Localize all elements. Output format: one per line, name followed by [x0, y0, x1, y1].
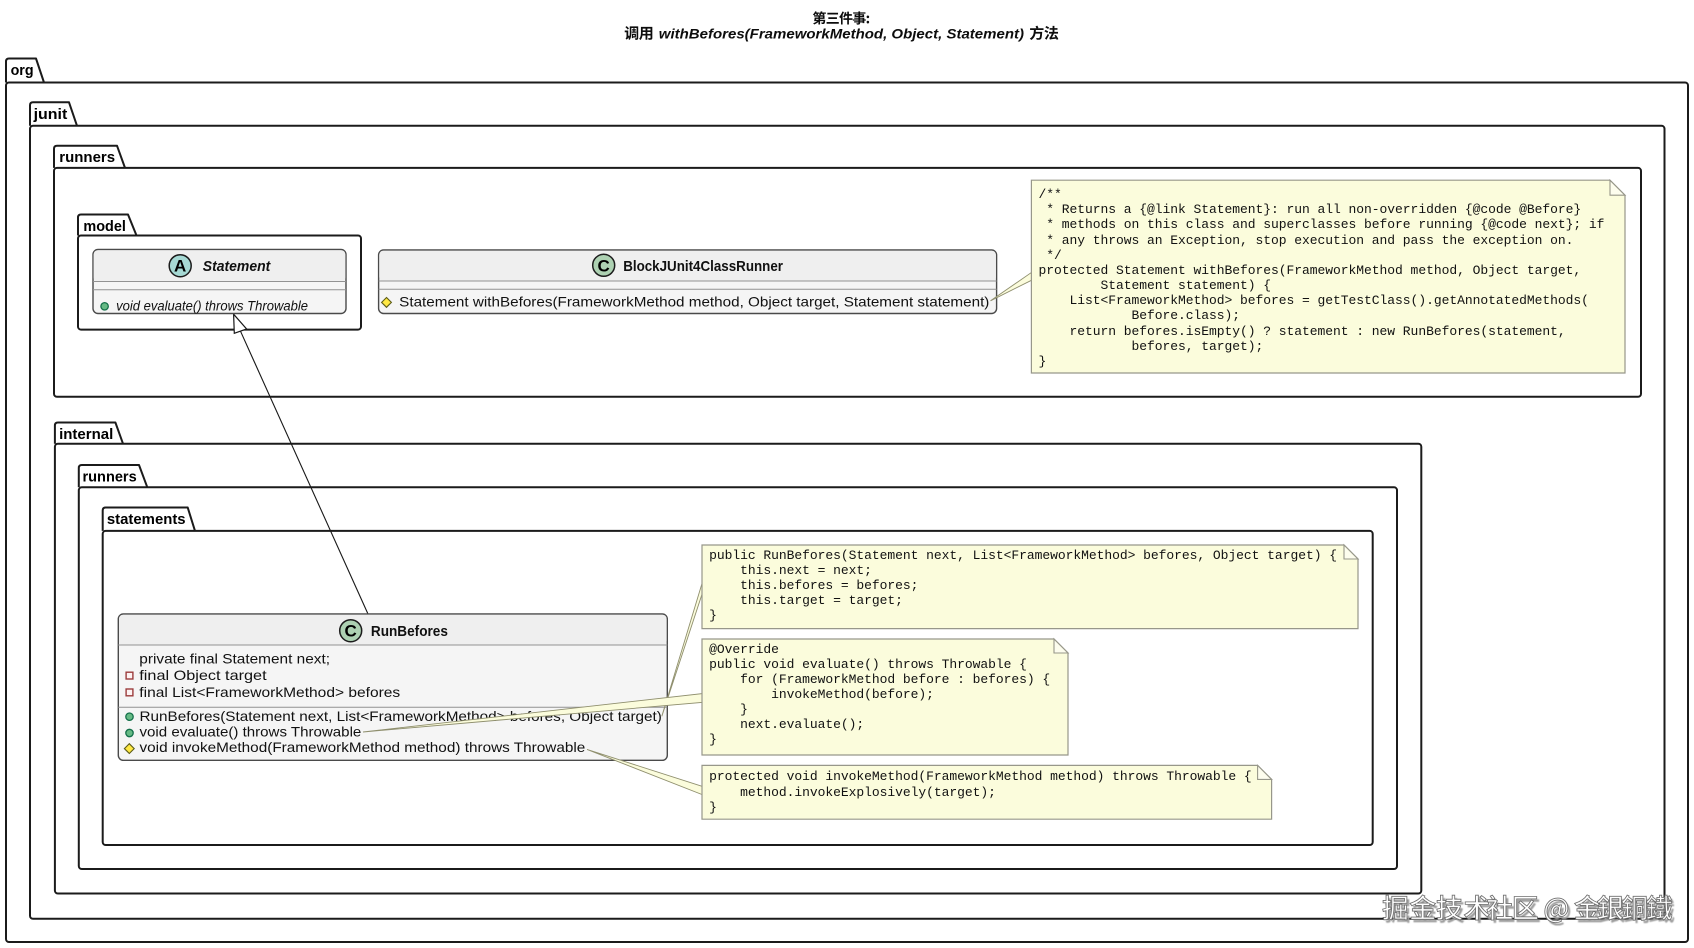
svg-text:void evaluate() throws Throwab: void evaluate() throws Throwable [116, 298, 308, 313]
svg-text:C: C [345, 622, 357, 641]
svg-text:A: A [174, 257, 186, 276]
svg-text:private final Statement next;: private final Statement next; [139, 651, 330, 667]
svg-text:statements: statements [107, 511, 186, 528]
svg-text:final List<FrameworkMethod> be: final List<FrameworkMethod> befores [139, 684, 400, 700]
svg-text:void invokeMethod(FrameworkMet: void invokeMethod(FrameworkMethod method… [140, 739, 586, 755]
svg-text:C: C [598, 256, 610, 275]
svg-text:internal: internal [59, 426, 113, 443]
svg-text:junit: junit [33, 106, 68, 123]
svg-text:Statement withBefores(Framewor: Statement withBefores(FrameworkMethod me… [399, 293, 989, 309]
svg-text:Statement: Statement [203, 258, 271, 275]
svg-text:BlockJUnit4ClassRunner: BlockJUnit4ClassRunner [623, 258, 783, 275]
svg-text:runners: runners [59, 149, 115, 166]
svg-text:void evaluate() throws Throwab: void evaluate() throws Throwable [140, 724, 362, 740]
svg-text:model: model [83, 218, 126, 235]
svg-text:org: org [11, 62, 34, 79]
svg-text:runners: runners [83, 469, 137, 486]
svg-text:withBefores(FrameworkMethod, O: withBefores(FrameworkMethod, Object, Sta… [659, 26, 1025, 42]
svg-text:final Object target: final Object target [139, 667, 266, 683]
svg-text:RunBefores: RunBefores [371, 623, 448, 640]
